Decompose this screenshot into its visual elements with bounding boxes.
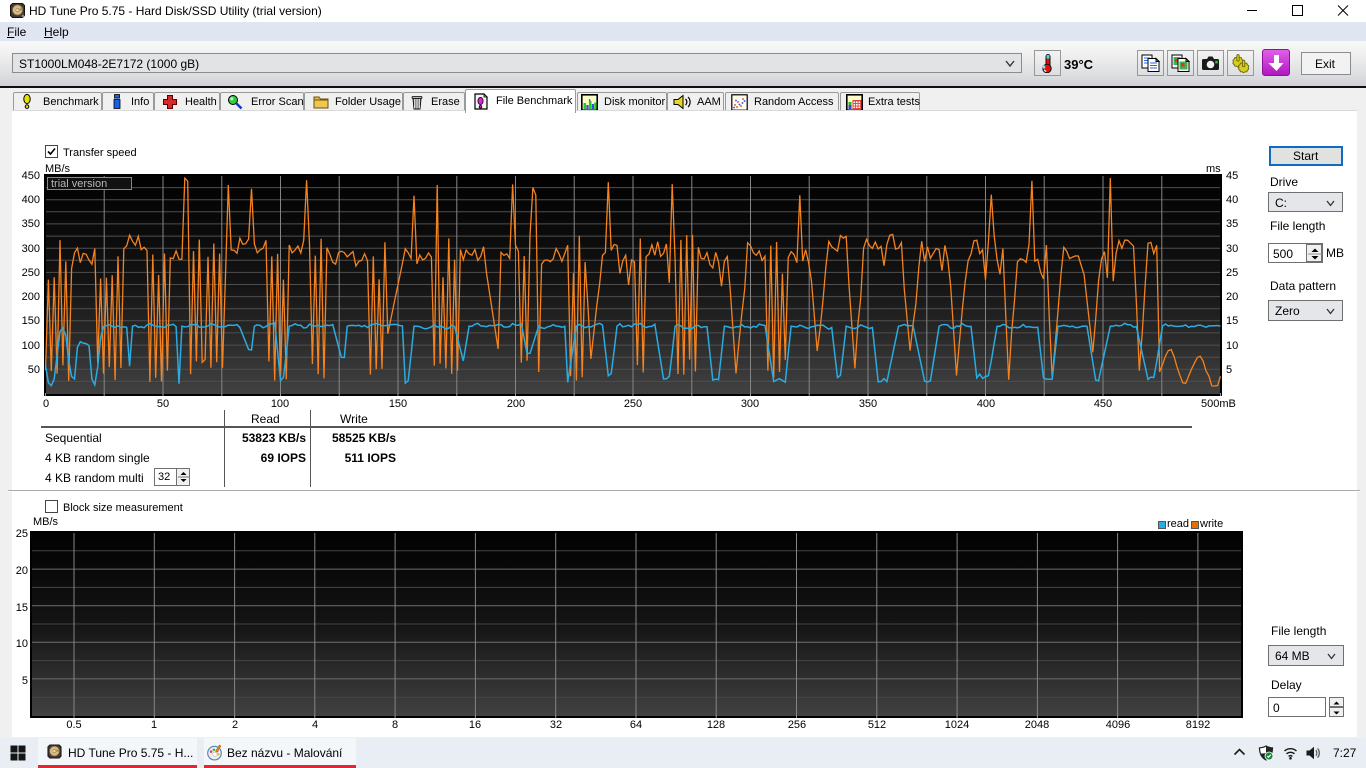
svg-text:trial version: trial version bbox=[51, 178, 107, 190]
